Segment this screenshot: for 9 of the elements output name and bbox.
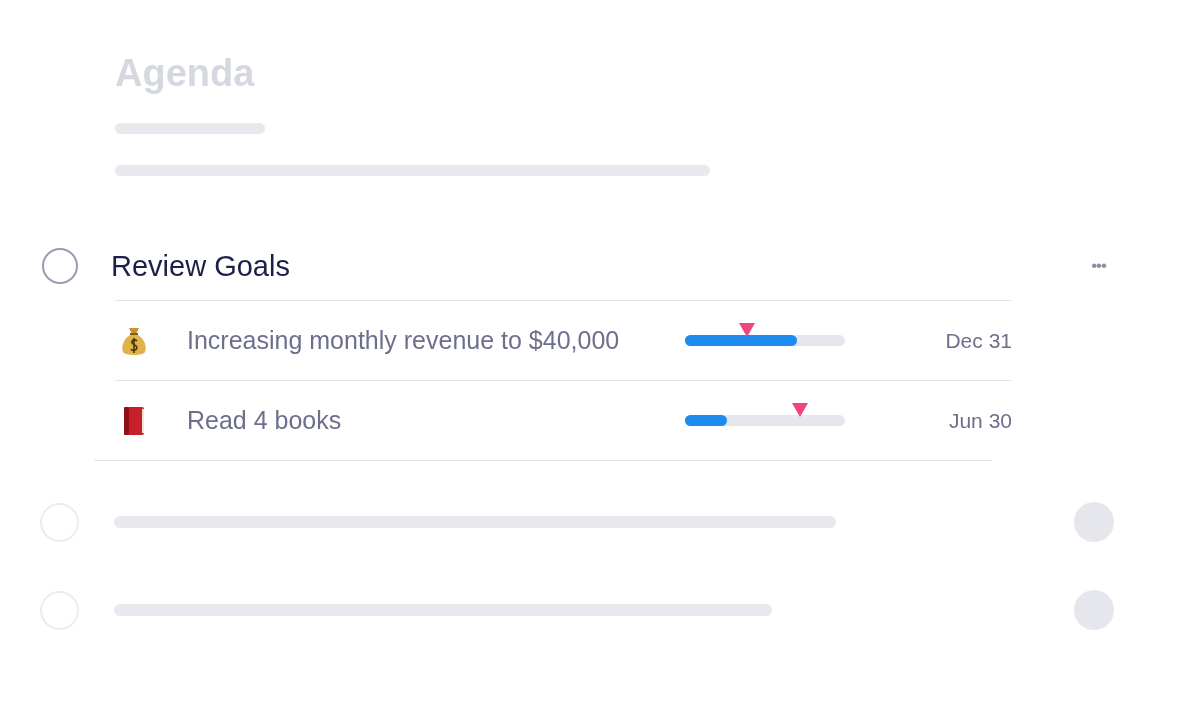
due-date: Dec 31	[944, 328, 1012, 353]
placeholder-avatar	[1074, 590, 1114, 630]
task-checkbox[interactable]	[42, 248, 78, 284]
placeholder-avatar	[1074, 502, 1114, 542]
task-title: Review Goals	[111, 249, 291, 283]
due-date: Jun 30	[947, 408, 1012, 433]
goal-name: Read 4 books	[187, 406, 343, 435]
more-button[interactable]: •••	[1087, 252, 1110, 280]
goal-name: Increasing monthly revenue to $40,000	[187, 326, 621, 355]
